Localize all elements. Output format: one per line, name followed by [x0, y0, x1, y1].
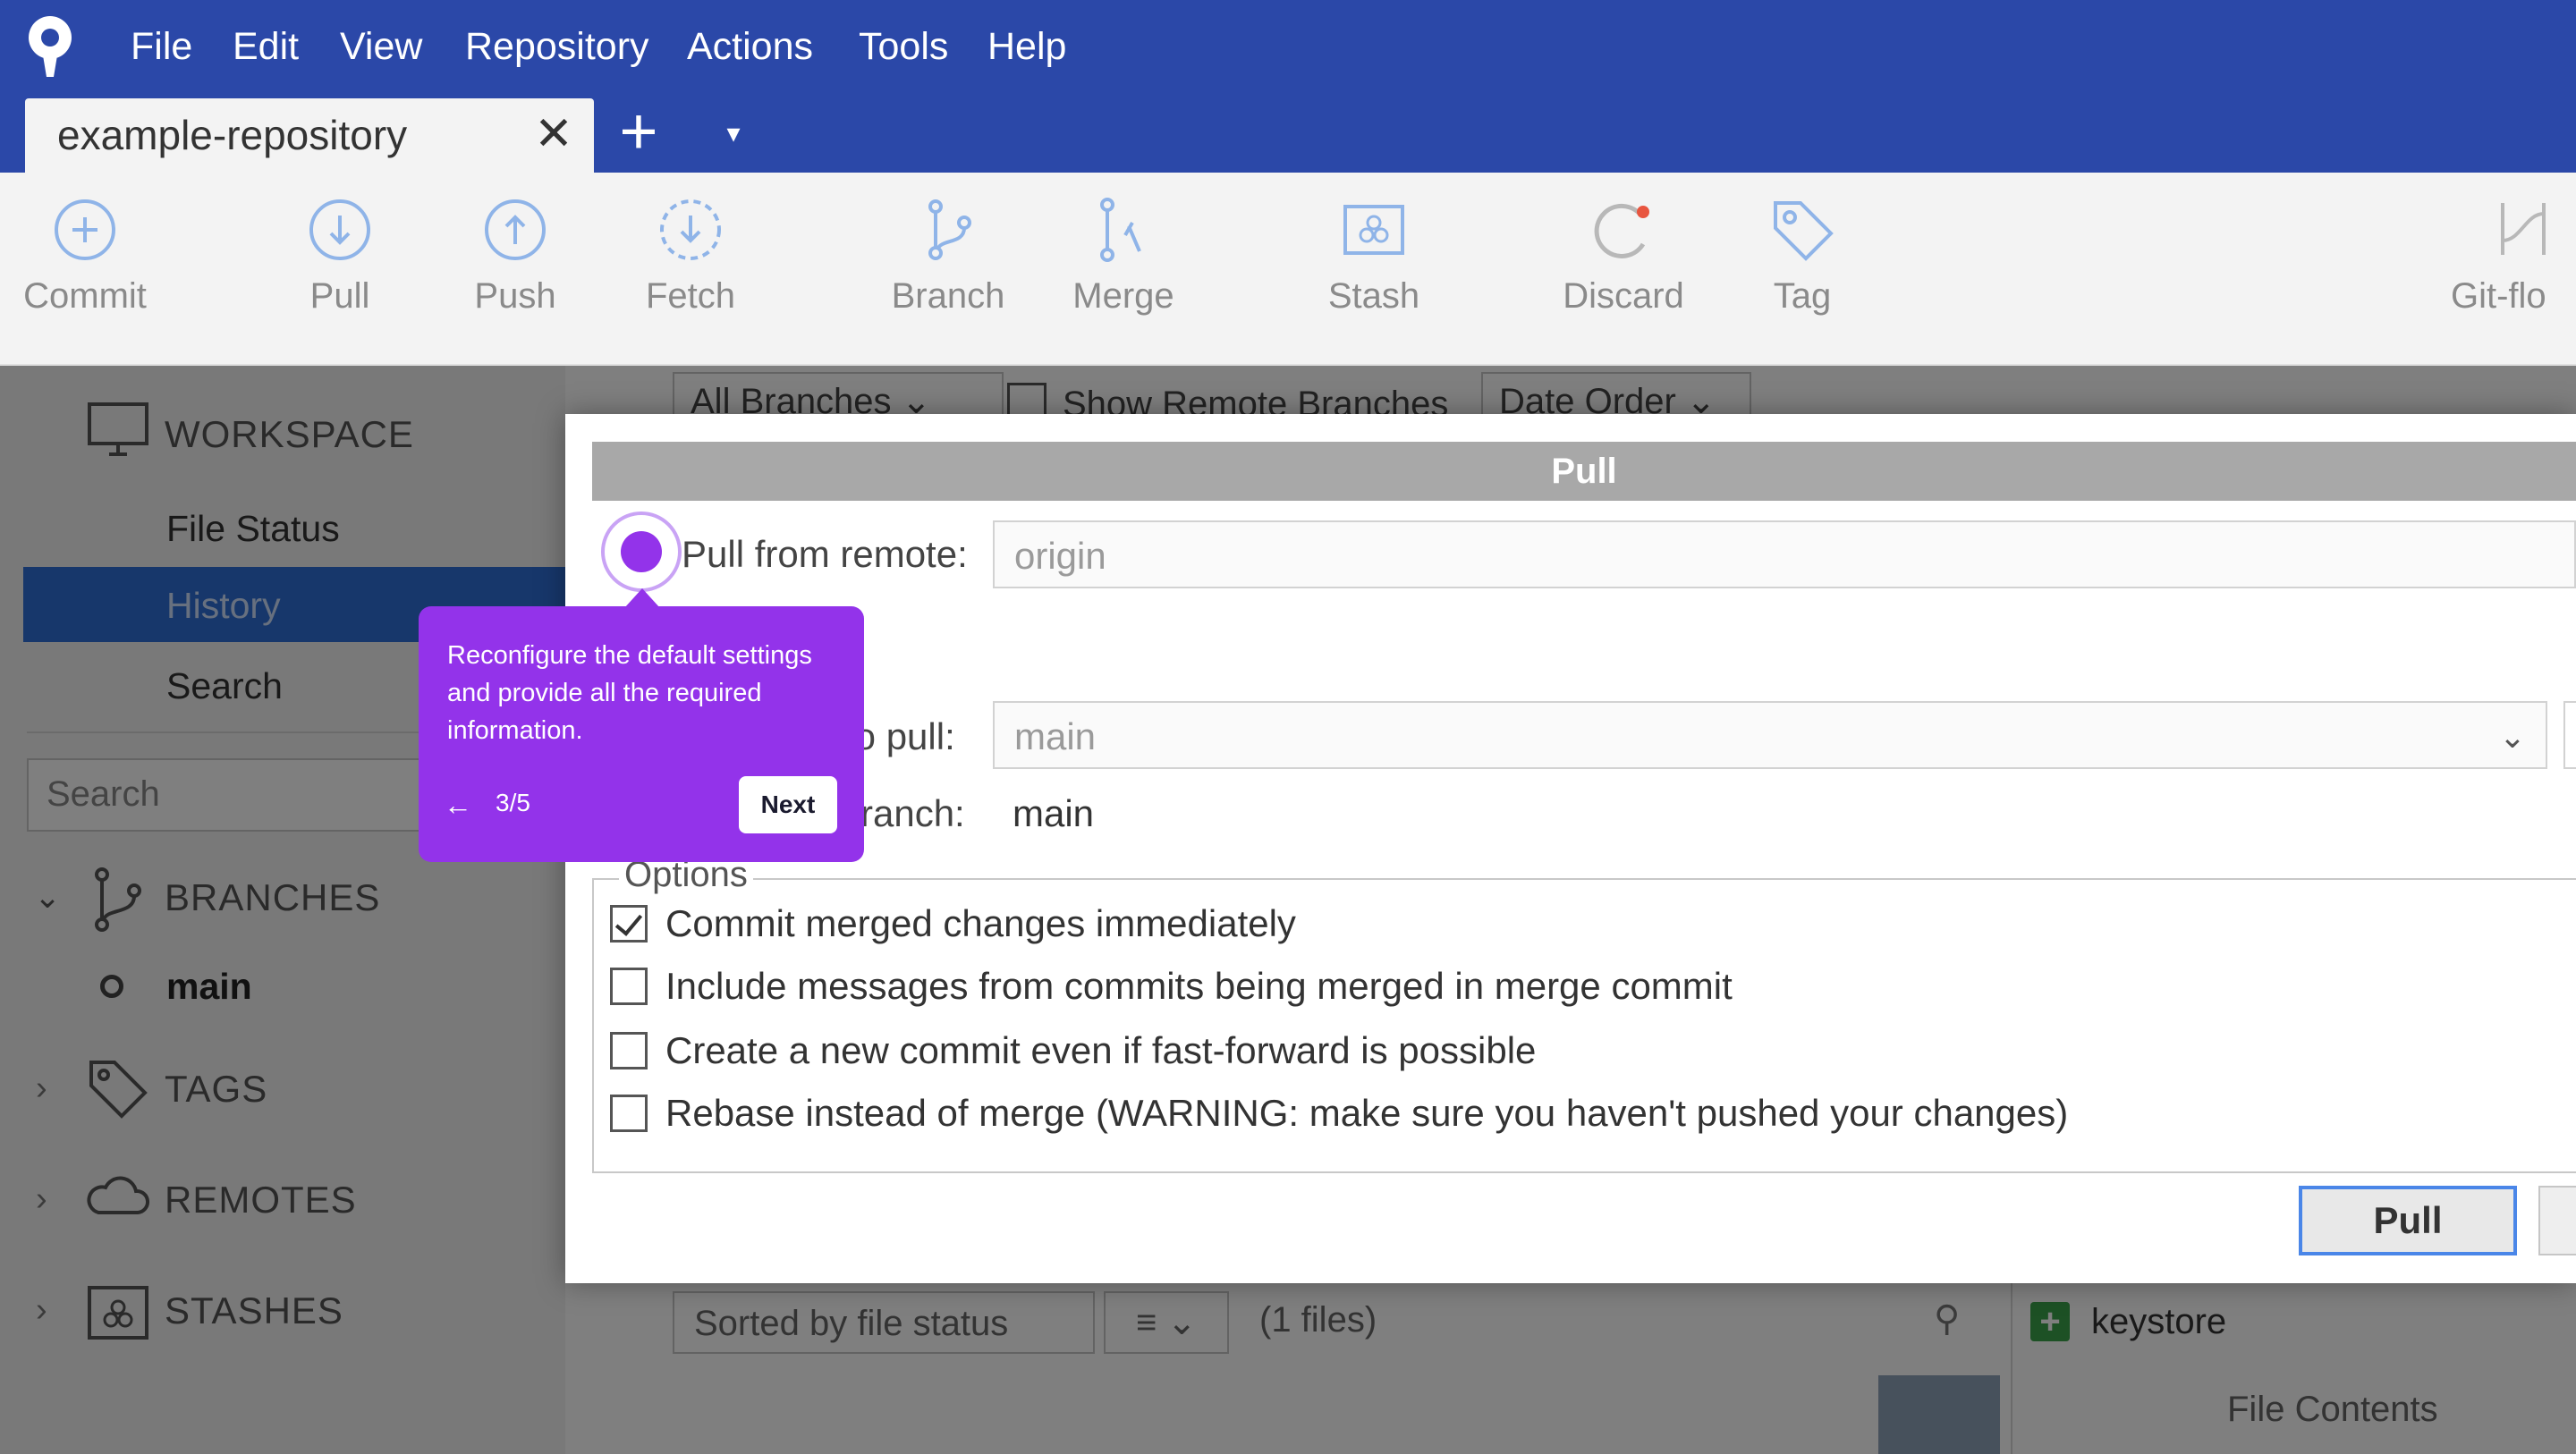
toolbar: Commit Pull Push Fetch Branch Merge Stas…: [0, 173, 2576, 366]
tour-step-counter: 3/5: [496, 789, 530, 816]
option-rebase-checkbox[interactable]: [610, 1095, 648, 1132]
stash-button[interactable]: Stash: [1311, 196, 1436, 317]
commit-plus-icon: [55, 199, 115, 260]
merge-label: Merge: [1072, 276, 1174, 316]
push-button[interactable]: Push: [462, 196, 569, 317]
menu-file[interactable]: File: [131, 20, 192, 73]
option-commit-immediately[interactable]: Commit merged changes immediately: [610, 901, 1296, 946]
discard-label: Discard: [1563, 276, 1684, 316]
tour-tooltip-text: Reconfigure the default settings and pro…: [447, 641, 812, 745]
fetch-icon: [660, 199, 721, 260]
stash-icon: [1343, 205, 1404, 255]
option-new-commit-label: Create a new commit even if fast-forward…: [665, 1029, 1537, 1071]
remote-branch-value: main: [1014, 715, 1097, 757]
option-commit-immediately-checkbox[interactable]: [610, 905, 648, 943]
tab-list-dropdown-icon[interactable]: ▾: [716, 116, 751, 152]
commit-label: Commit: [23, 276, 147, 316]
repository-tab-label: example-repository: [57, 112, 408, 158]
branch-icon: [928, 199, 971, 260]
pull-confirm-button[interactable]: Pull: [2299, 1186, 2517, 1255]
fetch-label: Fetch: [645, 276, 736, 316]
branch-button[interactable]: Branch: [877, 196, 1020, 317]
pull-from-remote-value: origin: [1014, 535, 1106, 577]
local-branch-label: ranch:: [860, 792, 965, 834]
discard-button[interactable]: Discard: [1547, 196, 1699, 317]
tour-next-button[interactable]: Next: [739, 776, 837, 833]
option-include-messages-label: Include messages from commits being merg…: [665, 965, 1733, 1007]
tour-tooltip-arrow: [624, 588, 660, 608]
sourcetree-logo-icon: [23, 13, 79, 80]
pull-button[interactable]: Pull: [286, 196, 394, 317]
tag-icon: [1774, 201, 1834, 261]
gitflow-label: Git-flo: [2451, 276, 2546, 316]
option-new-commit-checkbox[interactable]: [610, 1032, 648, 1069]
option-rebase[interactable]: Rebase instead of merge (WARNING: make s…: [610, 1091, 2068, 1136]
stash-label: Stash: [1327, 276, 1420, 316]
cancel-button[interactable]: [2538, 1186, 2576, 1255]
tag-button[interactable]: Tag: [1753, 196, 1852, 317]
tour-hotspot[interactable]: [621, 531, 662, 572]
chevron-down-icon: ⌄: [2498, 718, 2526, 755]
pull-from-remote-label: Pull from remote:: [682, 533, 968, 575]
option-rebase-label: Rebase instead of merge (WARNING: make s…: [665, 1092, 2069, 1134]
menu-repository[interactable]: Repository: [465, 20, 649, 73]
menu-tools[interactable]: Tools: [859, 20, 948, 73]
option-include-messages-checkbox[interactable]: [610, 968, 648, 1005]
commit-button[interactable]: Commit: [9, 196, 161, 317]
remote-branch-dropdown[interactable]: main ⌄: [993, 701, 2547, 769]
refresh-branches-button[interactable]: [2563, 701, 2576, 769]
menu-actions[interactable]: Actions: [687, 20, 813, 73]
menu-edit[interactable]: Edit: [233, 20, 299, 73]
menu-view[interactable]: View: [340, 20, 422, 73]
new-tab-plus-icon[interactable]: +: [612, 98, 665, 165]
local-branch-value: main: [1013, 792, 1095, 834]
push-arrow-icon: [485, 199, 546, 260]
pull-arrow-icon: [309, 199, 370, 260]
option-new-commit[interactable]: Create a new commit even if fast-forward…: [610, 1028, 1536, 1073]
tag-label: Tag: [1773, 276, 1832, 316]
tour-back-arrow-icon[interactable]: ←: [444, 789, 472, 822]
option-include-messages[interactable]: Include messages from commits being merg…: [610, 964, 1733, 1009]
gitflow-icon: [2501, 203, 2546, 255]
pull-label: Pull: [309, 276, 370, 316]
push-label: Push: [474, 276, 556, 316]
menu-help[interactable]: Help: [987, 20, 1066, 73]
option-commit-immediately-label: Commit merged changes immediately: [665, 902, 1296, 944]
fetch-button[interactable]: Fetch: [637, 196, 744, 317]
merge-icon: [1100, 198, 1141, 262]
merge-button[interactable]: Merge: [1061, 196, 1186, 317]
pull-from-remote-field[interactable]: origin: [993, 520, 2576, 588]
discard-icon: [1594, 203, 1649, 258]
gitflow-button[interactable]: Git-flo: [2451, 196, 2576, 317]
close-tab-icon[interactable]: ✕: [531, 107, 576, 161]
branch-label: Branch: [891, 276, 1005, 316]
repository-tab[interactable]: example-repository ✕: [25, 98, 594, 173]
pull-dialog-title: Pull: [592, 442, 2576, 501]
